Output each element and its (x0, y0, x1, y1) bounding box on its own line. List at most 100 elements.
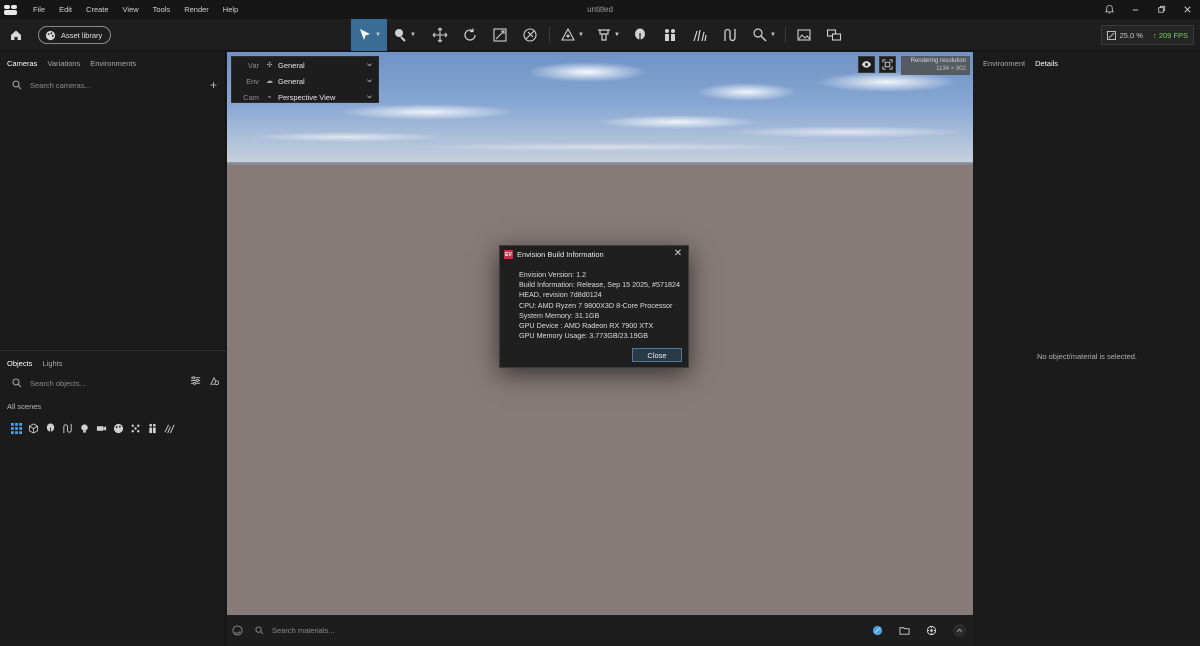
create-people-button[interactable] (659, 19, 681, 51)
camera-selector[interactable]: Cam ⌁ Perspective View (232, 89, 378, 105)
chevron-down-icon[interactable]: ▼ (578, 32, 584, 38)
object-search-input[interactable]: Search objects... (30, 379, 86, 388)
asset-library-button[interactable]: Asset library (38, 26, 112, 44)
panel-divider[interactable] (0, 350, 226, 351)
render-view-button[interactable] (823, 19, 845, 51)
search-icon (12, 378, 22, 388)
people-icon[interactable] (146, 422, 158, 434)
fps-counter: ↑ 209 FPS (1152, 30, 1188, 40)
variation-key: Var (247, 60, 259, 70)
search-icon (12, 80, 22, 90)
app-logo-icon[interactable] (4, 4, 18, 15)
menu-render[interactable]: Render (177, 0, 216, 19)
environment-key: Env (246, 76, 259, 86)
grid-all-icon[interactable] (10, 422, 22, 434)
menu-edit[interactable]: Edit (52, 0, 79, 19)
filter-sliders-icon[interactable] (190, 375, 201, 386)
info-gpu: GPU Device : AMD Radeon RX 7900 XTX (519, 321, 654, 331)
tab-details[interactable]: Details (1035, 59, 1058, 68)
environment-selector[interactable]: Env ☁ General (232, 73, 378, 89)
align-tool-button[interactable]: ▼ (593, 19, 623, 51)
people-icon (665, 29, 675, 41)
path-curve-icon (724, 28, 736, 42)
menu-help[interactable]: Help (216, 0, 245, 19)
tab-lights[interactable]: Lights (42, 359, 62, 368)
select-tool-button[interactable]: ▼ (351, 19, 387, 51)
particles-icon[interactable] (129, 422, 141, 434)
tab-environments[interactable]: Environments (90, 59, 136, 68)
create-tree-button[interactable] (629, 19, 651, 51)
menu-file[interactable]: File (26, 0, 52, 19)
minimize-icon[interactable] (1130, 4, 1142, 15)
grass-icon (693, 29, 707, 42)
camera-icon[interactable] (95, 422, 107, 434)
variation-icon: ✣ (266, 62, 273, 69)
tab-objects[interactable]: Objects (7, 359, 32, 368)
info-gpu-memory: GPU Memory Usage: 3.773GB/23.19GB (519, 331, 649, 341)
create-grass-button[interactable] (689, 19, 711, 51)
menu-tools[interactable]: Tools (146, 0, 178, 19)
chevron-down-icon[interactable]: ▼ (614, 32, 620, 38)
search-icon (255, 626, 264, 635)
asset-library-label: Asset library (61, 30, 103, 40)
all-scenes-label[interactable]: All scenes (0, 394, 226, 418)
empty-selection-message: No object/material is selected. (1036, 352, 1138, 361)
scale-tool-button[interactable] (489, 19, 511, 51)
performance-stats[interactable]: 25.0 % ↑ 209 FPS (1100, 25, 1194, 45)
info-revision: HEAD, revision 7d8d0124 (519, 290, 602, 300)
tab-variations[interactable]: Variations (47, 59, 80, 68)
rendering-resolution-label: Rendering resolution (910, 58, 966, 64)
material-palette-icon[interactable] (112, 422, 124, 434)
snap-tool-button[interactable] (519, 19, 541, 51)
close-window-icon[interactable] (1182, 4, 1194, 15)
inspector-tabs: Environment Details (974, 52, 1200, 74)
rotate-icon (464, 28, 476, 41)
material-search-input[interactable]: Search materials... (272, 626, 335, 635)
close-icon[interactable]: ✕ (672, 248, 684, 259)
pivot-tool-button[interactable]: ▼ (557, 19, 587, 51)
eye-icon (861, 61, 872, 68)
rotate-tool-button[interactable] (459, 19, 481, 51)
resolution-scale-icon (1106, 30, 1116, 40)
grass-icon[interactable] (163, 422, 175, 434)
path-curve-icon[interactable] (61, 422, 73, 434)
menu-create[interactable]: Create (79, 0, 116, 19)
build-info-dialog: EV Envision Build Information ✕ Envision… (499, 245, 689, 368)
material-sphere-icon[interactable] (231, 624, 244, 637)
restore-icon[interactable] (1156, 4, 1168, 15)
paint-tool-button[interactable]: ▼ (391, 19, 417, 51)
image-capture-icon (797, 29, 811, 41)
tree-icon[interactable] (44, 422, 56, 434)
camera-search[interactable]: Search cameras... + (0, 74, 225, 96)
move-tool-button[interactable] (429, 19, 451, 51)
screenshot-button[interactable] (793, 19, 815, 51)
notification-bell-icon[interactable] (1104, 4, 1116, 15)
chevron-down-icon[interactable]: ▼ (410, 32, 416, 38)
chevron-down-icon[interactable]: ▼ (375, 32, 381, 38)
variation-selector[interactable]: Var ✣ General (232, 57, 378, 73)
material-search[interactable]: Search materials... (255, 626, 335, 635)
menu-view[interactable]: View (116, 0, 146, 19)
material-bar: Search materials... (227, 615, 973, 646)
light-bulb-icon[interactable] (78, 422, 90, 434)
visibility-toggle-button[interactable] (858, 56, 875, 73)
expand-up-icon[interactable] (953, 624, 966, 637)
close-button[interactable]: Close (632, 348, 682, 362)
tab-environment[interactable]: Environment (983, 59, 1025, 68)
fullscreen-button[interactable] (879, 56, 896, 73)
menu-bar: File Edit Create View Tools Render Help (26, 0, 245, 19)
ground-plane (227, 165, 973, 615)
object-search[interactable]: Search objects... (0, 372, 226, 394)
tab-cameras[interactable]: Cameras (7, 59, 37, 68)
add-camera-icon[interactable]: + (210, 78, 217, 92)
material-ball-icon[interactable] (871, 624, 884, 637)
shapes-icon[interactable] (209, 375, 220, 386)
camera-search-input[interactable]: Search cameras... (30, 81, 91, 90)
chevron-down-icon[interactable]: ▼ (770, 32, 776, 38)
measure-tool-button[interactable]: ▼ (749, 19, 779, 51)
create-path-button[interactable] (719, 19, 741, 51)
cube-icon[interactable] (27, 422, 39, 434)
material-settings-icon[interactable] (925, 624, 938, 637)
folder-icon[interactable] (898, 624, 911, 637)
home-icon[interactable] (8, 27, 24, 43)
